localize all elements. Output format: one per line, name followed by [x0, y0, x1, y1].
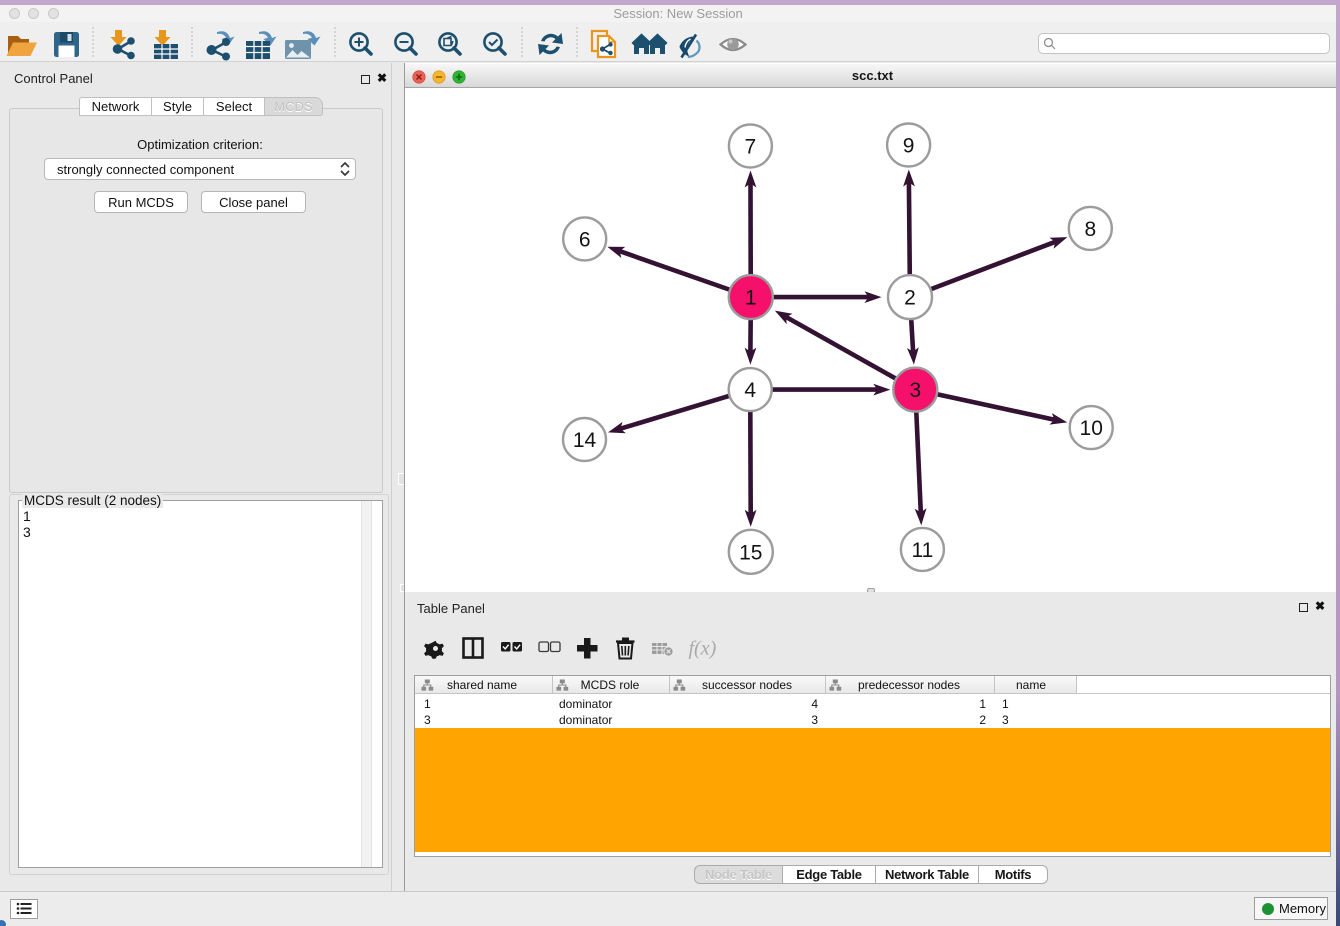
svg-text:14: 14 — [573, 429, 597, 452]
svg-text:7: 7 — [745, 136, 757, 159]
svg-text:11: 11 — [911, 539, 933, 562]
svg-text:8: 8 — [1084, 218, 1096, 241]
svg-text:6: 6 — [579, 228, 591, 251]
svg-text:15: 15 — [739, 541, 762, 564]
svg-text:4: 4 — [744, 379, 756, 402]
svg-text:2: 2 — [904, 287, 916, 310]
svg-text:f(x): f(x) — [689, 638, 717, 660]
svg-text:3: 3 — [909, 379, 921, 402]
svg-text:9: 9 — [903, 135, 915, 158]
svg-text:1: 1 — [745, 287, 757, 310]
svg-text:10: 10 — [1080, 417, 1103, 440]
